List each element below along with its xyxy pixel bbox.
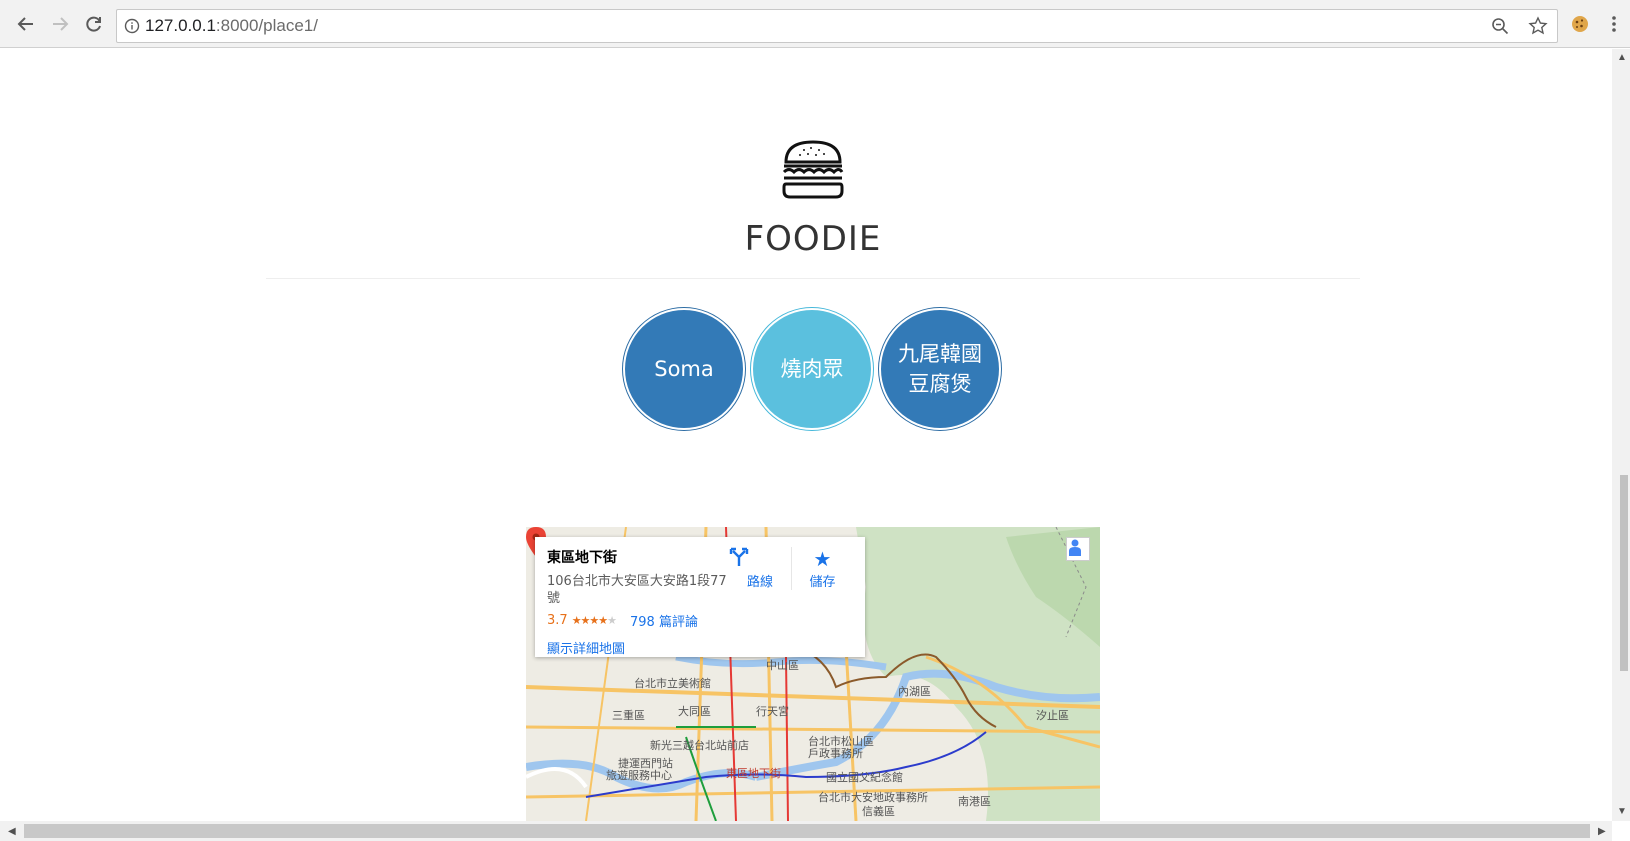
map-label: 行天宮: [756, 705, 789, 718]
back-icon[interactable]: [12, 10, 40, 38]
map-label: 台北市立美術館: [634, 677, 711, 690]
map-label: 三重區: [612, 709, 645, 722]
map-label: 信義區: [862, 805, 895, 818]
site-title: FOODIE: [744, 219, 882, 259]
scroll-left-arrow-icon[interactable]: ◀: [8, 826, 16, 837]
vertical-scroll-thumb[interactable]: [1620, 475, 1628, 671]
rating-row: 3.7 ★★★★★ 798 篇評論: [547, 611, 853, 630]
map-label: 內湖區: [898, 685, 931, 698]
map-label: 戶政事務所: [808, 747, 863, 760]
place-info-card: 東區地下街 106台北市大安區大安路1段77號 3.7 ★★★★★ 798 篇評…: [535, 537, 865, 657]
star-icon: ★: [813, 547, 832, 571]
bookmark-star-icon[interactable]: [1525, 13, 1551, 39]
save-button[interactable]: ★ 儲存: [791, 547, 853, 590]
map-label: 東區地下街: [726, 767, 781, 780]
horizontal-scroll-thumb[interactable]: [24, 824, 1590, 838]
burger-icon: [778, 138, 848, 202]
forward-icon[interactable]: [46, 10, 74, 38]
rating-stars-icon: ★★★★★: [571, 614, 617, 627]
cookie-extension-icon[interactable]: [1568, 12, 1592, 36]
map-label: 南港區: [958, 795, 991, 808]
page-viewport: FOODIE Soma 燒肉眾 九尾韓國 豆腐煲 台北市立美術館 大同區 三重區…: [0, 49, 1612, 821]
map-label: 大同區: [678, 705, 711, 718]
url-text: 127.0.0.1:8000/place1/: [145, 16, 318, 36]
map-label: 國立國父紀念館: [826, 771, 903, 784]
map-label: 中山區: [766, 659, 799, 672]
browser-toolbar: 127.0.0.1:8000/place1/: [0, 0, 1630, 48]
url-path: :8000/place1/: [215, 16, 318, 35]
street-view-pegman-icon[interactable]: [1066, 537, 1090, 561]
place-label-tofu-pot: 九尾韓國 豆腐煲: [898, 342, 982, 396]
info-icon[interactable]: [123, 17, 141, 35]
rating-value: 3.7: [547, 613, 568, 628]
menu-dots-icon[interactable]: [1604, 12, 1624, 36]
scroll-up-arrow-icon[interactable]: ▲: [1617, 52, 1627, 63]
map-label: 汐止區: [1036, 709, 1069, 722]
directions-button[interactable]: 路線: [729, 547, 791, 590]
reload-icon[interactable]: [80, 10, 108, 38]
vertical-scrollbar[interactable]: [1612, 49, 1630, 821]
directions-label: 路線: [746, 575, 773, 590]
scroll-right-arrow-icon[interactable]: ▶: [1598, 826, 1606, 837]
directions-icon: [729, 547, 791, 571]
divider: [266, 278, 1360, 279]
address-bar[interactable]: 127.0.0.1:8000/place1/: [116, 9, 1558, 43]
url-host: 127.0.0.1: [145, 16, 216, 35]
save-label: 儲存: [809, 575, 836, 590]
map-label: 新光三越台北站前店: [650, 739, 749, 752]
place-button-tofu-pot[interactable]: 九尾韓國 豆腐煲: [879, 308, 1001, 430]
scroll-down-arrow-icon[interactable]: ▼: [1617, 806, 1627, 817]
reviews-link[interactable]: 798 篇評論: [630, 611, 698, 630]
google-map[interactable]: 台北市立美術館 大同區 三重區 行天宮 內湖區 汐止區 新光三越台北站前店 捷運…: [526, 527, 1100, 821]
card-actions: 路線 ★ 儲存: [729, 547, 853, 590]
place-button-yakiniku[interactable]: 燒肉眾: [751, 308, 873, 430]
map-label: 旅遊服務中心: [606, 769, 672, 782]
place-button-soma[interactable]: Soma: [623, 308, 745, 430]
place-address: 106台北市大安區大安路1段77號: [547, 574, 727, 606]
zoom-out-icon[interactable]: [1487, 13, 1513, 39]
larger-map-link[interactable]: 顯示詳細地圖: [547, 638, 853, 657]
